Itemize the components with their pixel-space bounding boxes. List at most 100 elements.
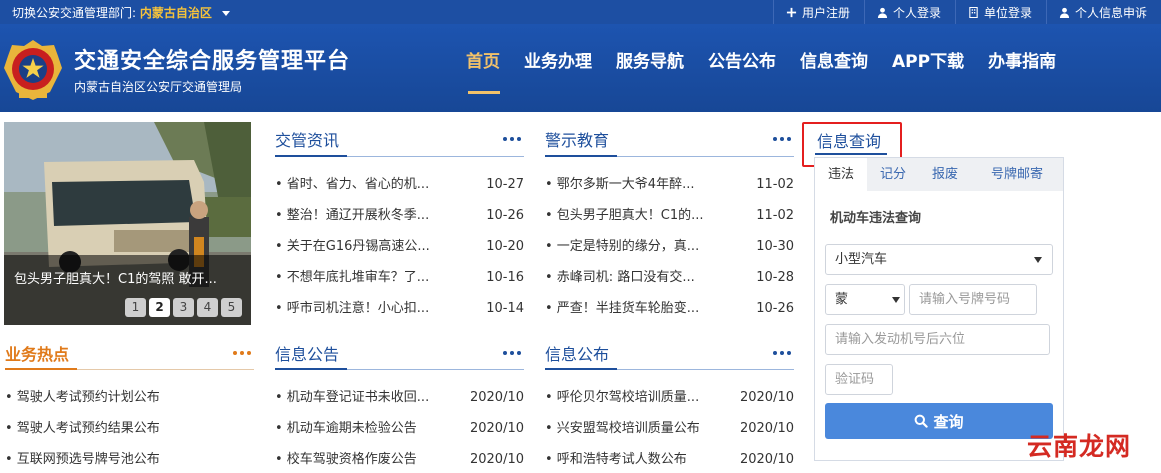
item-date: 10-26 <box>486 208 524 223</box>
tab-scrap[interactable]: 报废 <box>919 158 971 191</box>
engine-number-input[interactable] <box>825 324 1050 355</box>
item-date: 10-16 <box>486 270 524 285</box>
chevron-down-icon[interactable] <box>1034 257 1042 263</box>
more-icon[interactable] <box>503 137 521 141</box>
info-publish-panel: 信息公布 • 呼伦贝尔驾校培训质量... 2020/10 • 兴安盟驾校培训质量公… <box>545 341 794 473</box>
item-title[interactable]: • 呼市司机注意！小心扣... <box>275 293 455 324</box>
item-title[interactable]: • 包头男子胆真大！C1的... <box>545 200 725 231</box>
list-item[interactable]: • 不想年底扎堆审车？了... 10-16 <box>275 262 524 293</box>
slider-page-3[interactable]: 3 <box>173 298 194 317</box>
item-title[interactable]: • 机动车登记证书未收回... <box>275 382 460 413</box>
list-item[interactable]: • 整治！通辽开展秋冬季... 10-26 <box>275 200 524 231</box>
plus-icon <box>786 7 797 17</box>
item-title[interactable]: • 校车驾驶资格作废公告 <box>275 444 460 473</box>
nav-business[interactable]: 业务办理 <box>512 24 604 112</box>
list-item[interactable]: • 呼市司机注意！小心扣... 10-14 <box>275 293 524 324</box>
vehicle-type-select[interactable]: 小型汽车 <box>825 244 1053 275</box>
slider-page-2[interactable]: 2 <box>149 298 170 317</box>
slider-caption[interactable]: 包头男子胆真大！C1的驾照 敢开... <box>14 268 244 287</box>
more-icon[interactable] <box>773 351 791 355</box>
item-title[interactable]: • 互联网预选号牌号池公布 <box>5 444 254 473</box>
chevron-down-icon[interactable] <box>221 11 230 16</box>
item-title[interactable]: • 兴安盟驾校培训质量公布 <box>545 413 730 444</box>
unit-login-link[interactable]: 单位登录 <box>954 0 1046 24</box>
nav-app-download[interactable]: APP下载 <box>880 24 976 112</box>
slider-page-1[interactable]: 1 <box>125 298 146 317</box>
nav-announcements[interactable]: 公告公布 <box>696 24 788 112</box>
news-slider[interactable]: 包头男子胆真大！C1的驾照 敢开... 1 2 3 4 5 <box>4 122 251 325</box>
list-item[interactable]: • 赤峰司机: 路口没有交... 10-28 <box>545 262 794 293</box>
list-item[interactable]: • 呼伦贝尔驾校培训质量... 2020/10 <box>545 382 794 413</box>
plate-number-input[interactable] <box>909 284 1037 315</box>
info-query-widget: 信息查询 违法 记分 报废 号牌邮寄 机动车违法查询 小型汽车 蒙 查询 <box>802 122 1064 461</box>
item-title[interactable]: • 赤峰司机: 路口没有交... <box>545 262 725 293</box>
more-icon[interactable] <box>503 351 521 355</box>
notice-list: • 机动车登记证书未收回... 2020/10 • 机动车逾期未检验公告 2020/… <box>275 382 524 473</box>
query-submit-label: 查询 <box>933 412 964 431</box>
nav-home[interactable]: 首页 <box>454 24 512 112</box>
top-utility-bar: 切换公安交通管理部门: 内蒙古自治区 用户注册 个人登录 单位登录 个人信息申诉 <box>0 0 1161 24</box>
news-list: • 省时、省力、省心的机... 10-27 • 整治！通辽开展秋冬季... 10-2… <box>275 169 524 324</box>
panel-title[interactable]: 警示教育 <box>545 127 609 151</box>
tab-points[interactable]: 记分 <box>867 158 919 191</box>
slider-page-5[interactable]: 5 <box>221 298 242 317</box>
slider-page-4[interactable]: 4 <box>197 298 218 317</box>
info-notice-panel: 信息公告 • 机动车登记证书未收回... 2020/10 • 机动车逾期未检验公告… <box>275 341 524 473</box>
tab-violation[interactable]: 违法 <box>815 158 867 191</box>
list-item[interactable]: • 机动车登记证书未收回... 2020/10 <box>275 382 524 413</box>
nav-service-guide[interactable]: 服务导航 <box>604 24 696 112</box>
chevron-down-icon[interactable] <box>892 297 900 303</box>
more-icon[interactable] <box>233 351 251 355</box>
nav-guide[interactable]: 办事指南 <box>976 24 1068 112</box>
item-date: 10-27 <box>486 177 524 192</box>
list-item[interactable]: • 兴安盟驾校培训质量公布 2020/10 <box>545 413 794 444</box>
personal-login-link[interactable]: 个人登录 <box>863 0 955 24</box>
department-value[interactable]: 内蒙古自治区 <box>140 6 212 20</box>
panel-title[interactable]: 交管资讯 <box>275 127 339 151</box>
list-item[interactable]: • 省时、省力、省心的机... 10-27 <box>275 169 524 200</box>
list-item[interactable]: • 包头男子胆真大！C1的... 11-02 <box>545 200 794 231</box>
list-item[interactable]: • 呼和浩特考试人数公布 2020/10 <box>545 444 794 473</box>
police-emblem-logo[interactable] <box>2 38 64 104</box>
item-date: 10-28 <box>756 270 794 285</box>
list-item[interactable]: • 校车驾驶资格作废公告 2020/10 <box>275 444 524 473</box>
panel-title-underline <box>275 155 347 157</box>
panel-title[interactable]: 信息公布 <box>545 341 609 365</box>
tab-plate-mail[interactable]: 号牌邮寄 <box>971 158 1063 191</box>
list-item[interactable]: • 严查！半挂货车轮胎变... 10-26 <box>545 293 794 324</box>
item-title[interactable]: • 驾驶人考试预约结果公布 <box>5 413 254 444</box>
panel-title-underline <box>275 368 347 370</box>
panel-title[interactable]: 业务热点 <box>5 341 69 365</box>
list-item[interactable]: • 互联网预选号牌号池公布 <box>5 444 254 473</box>
captcha-input[interactable] <box>825 364 893 395</box>
item-title[interactable]: • 呼伦贝尔驾校培训质量... <box>545 382 730 413</box>
department-switcher[interactable]: 切换公安交通管理部门: 内蒙古自治区 <box>12 4 230 21</box>
list-item[interactable]: • 鄂尔多斯一大爷4年醉... 11-02 <box>545 169 794 200</box>
item-title[interactable]: • 整治！通辽开展秋冬季... <box>275 200 455 231</box>
item-title[interactable]: • 一定是特别的缘分，真... <box>545 231 725 262</box>
register-link[interactable]: 用户注册 <box>772 0 864 24</box>
item-title[interactable]: • 机动车逾期未检验公告 <box>275 413 460 444</box>
nav-info-query[interactable]: 信息查询 <box>788 24 880 112</box>
building-icon <box>969 6 978 18</box>
item-title[interactable]: • 关于在G16丹锡高速公... <box>275 231 455 262</box>
panel-title[interactable]: 信息公告 <box>275 341 339 365</box>
more-icon[interactable] <box>773 137 791 141</box>
item-date: 10-20 <box>486 239 524 254</box>
item-title[interactable]: • 不想年底扎堆审车？了... <box>275 262 455 293</box>
list-item[interactable]: • 驾驶人考试预约计划公布 <box>5 382 254 413</box>
item-title[interactable]: • 严查！半挂货车轮胎变... <box>545 293 725 324</box>
query-submit-button[interactable]: 查询 <box>825 403 1053 439</box>
appeal-label: 个人信息申诉 <box>1074 5 1147 20</box>
vehicle-type-value: 小型汽车 <box>835 252 888 267</box>
list-item[interactable]: • 关于在G16丹锡高速公... 10-20 <box>275 231 524 262</box>
province-value: 蒙 <box>835 292 849 307</box>
item-title[interactable]: • 呼和浩特考试人数公布 <box>545 444 730 473</box>
list-item[interactable]: • 机动车逾期未检验公告 2020/10 <box>275 413 524 444</box>
list-item[interactable]: • 驾驶人考试预约结果公布 <box>5 413 254 444</box>
list-item[interactable]: • 一定是特别的缘分，真... 10-30 <box>545 231 794 262</box>
appeal-link[interactable]: 个人信息申诉 <box>1045 0 1161 24</box>
item-title[interactable]: • 省时、省力、省心的机... <box>275 169 455 200</box>
item-title[interactable]: • 驾驶人考试预约计划公布 <box>5 382 254 413</box>
item-title[interactable]: • 鄂尔多斯一大爷4年醉... <box>545 169 725 200</box>
